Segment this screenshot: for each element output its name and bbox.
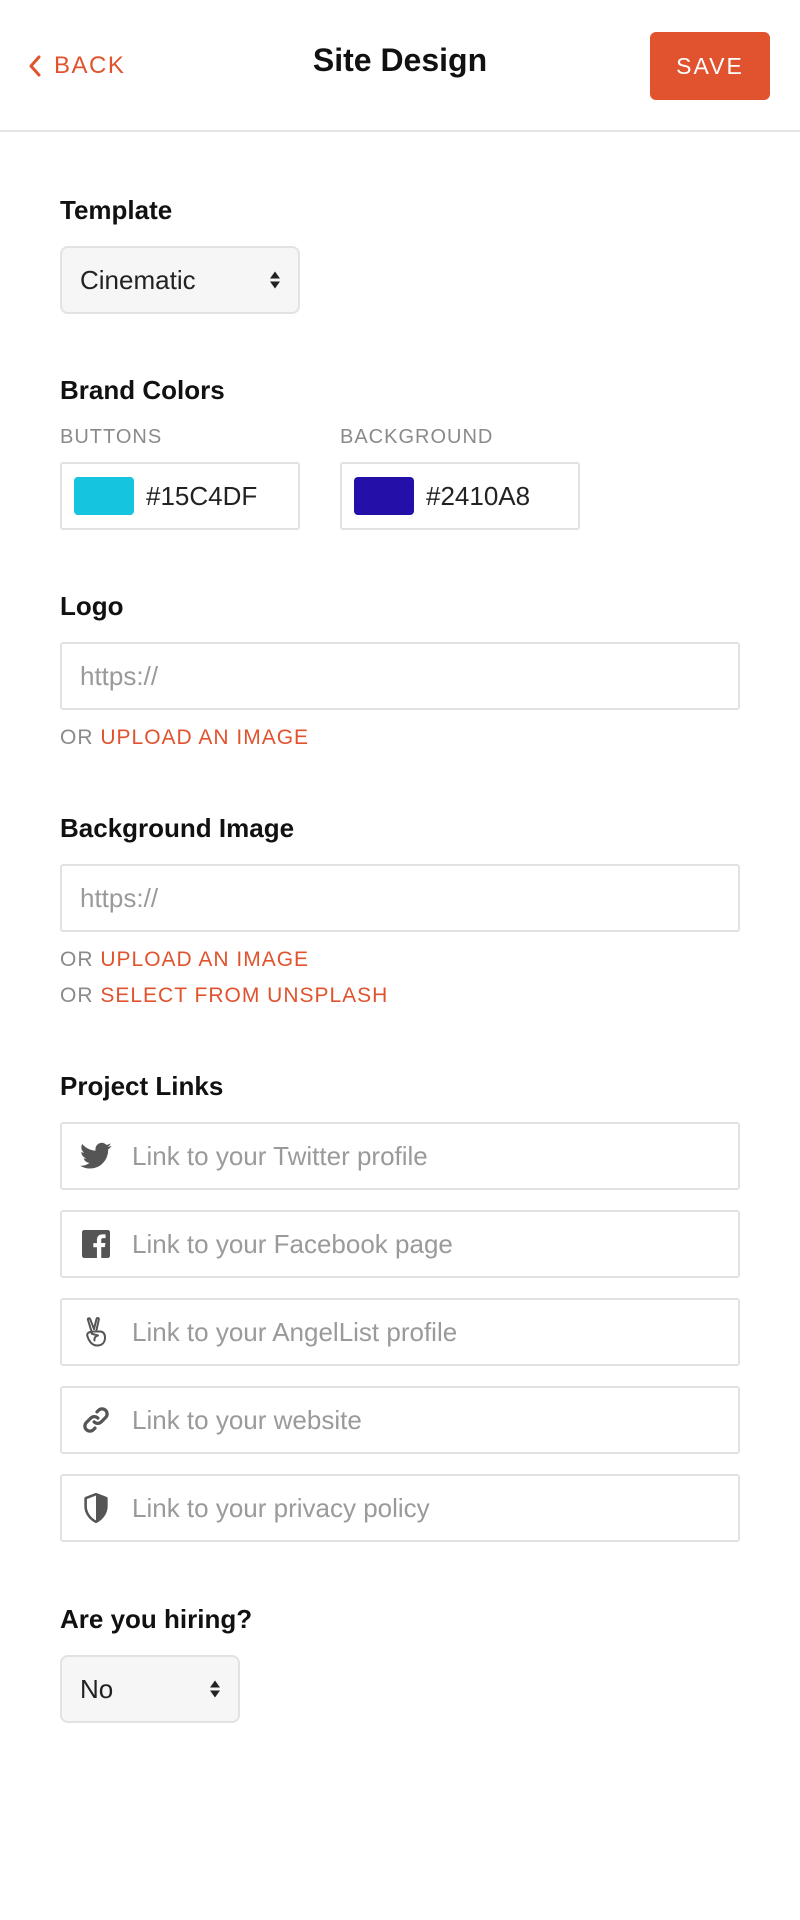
project-links-heading: Project Links xyxy=(60,1071,224,1101)
background-color-label: BACKGROUND xyxy=(340,426,494,448)
privacy-policy-link-input[interactable]: Link to your privacy policy xyxy=(60,1474,740,1542)
background-color-swatch[interactable] xyxy=(354,477,414,515)
facebook-link-input[interactable]: Link to your Facebook page xyxy=(60,1210,740,1278)
background-image-heading: Background Image xyxy=(60,813,295,843)
template-select-value: Cinematic xyxy=(80,264,196,295)
buttons-color-value: #15C4DF xyxy=(146,480,258,511)
background-color-field[interactable]: #2410A8 xyxy=(340,462,580,530)
background-image-url-input[interactable]: https:// xyxy=(60,864,740,932)
buttons-color-label: BUTTONS xyxy=(60,426,163,448)
shield-icon xyxy=(80,1492,112,1524)
hiring-select[interactable]: No xyxy=(60,1655,240,1723)
background-upload-link[interactable]: UPLOAD AN IMAGE xyxy=(100,948,309,971)
hiring-heading: Are you hiring? xyxy=(60,1604,253,1634)
buttons-color-swatch[interactable] xyxy=(74,477,134,515)
angellist-link-input[interactable]: Link to your AngelList profile xyxy=(60,1298,740,1366)
or-label: OR xyxy=(60,948,94,971)
select-from-unsplash-link[interactable]: SELECT FROM UNSPLASH xyxy=(100,984,388,1007)
background-color-value: #2410A8 xyxy=(426,480,531,511)
hiring-select-value: No xyxy=(80,1673,114,1704)
background-upload-line: OR UPLOAD AN IMAGE xyxy=(60,948,309,972)
unsplash-line: OR SELECT FROM UNSPLASH xyxy=(60,984,388,1008)
logo-upload-link[interactable]: UPLOAD AN IMAGE xyxy=(100,726,309,749)
link-icon xyxy=(80,1404,112,1436)
select-arrows-icon xyxy=(210,1680,220,1698)
template-select[interactable]: Cinematic xyxy=(60,246,300,314)
logo-url-input[interactable]: https:// xyxy=(60,642,740,710)
twitter-link-placeholder: Link to your Twitter profile xyxy=(132,1140,428,1171)
facebook-icon xyxy=(80,1228,112,1260)
buttons-color-field[interactable]: #15C4DF xyxy=(60,462,300,530)
twitter-icon xyxy=(80,1140,112,1172)
or-label: OR xyxy=(60,984,94,1007)
angellist-icon xyxy=(80,1316,112,1348)
save-button[interactable]: SAVE xyxy=(650,32,770,100)
brand-colors-heading: Brand Colors xyxy=(60,375,225,405)
angellist-link-placeholder: Link to your AngelList profile xyxy=(132,1316,458,1347)
website-link-input[interactable]: Link to your website xyxy=(60,1386,740,1454)
twitter-link-input[interactable]: Link to your Twitter profile xyxy=(60,1122,740,1190)
select-arrows-icon xyxy=(270,271,280,289)
privacy-policy-link-placeholder: Link to your privacy policy xyxy=(132,1492,430,1523)
or-label: OR xyxy=(60,726,94,749)
website-link-placeholder: Link to your website xyxy=(132,1404,362,1435)
facebook-link-placeholder: Link to your Facebook page xyxy=(132,1228,453,1259)
logo-heading: Logo xyxy=(60,591,124,621)
top-bar: BACK Site Design SAVE xyxy=(0,0,800,132)
template-heading: Template xyxy=(60,195,173,225)
logo-upload-line: OR UPLOAD AN IMAGE xyxy=(60,726,309,750)
